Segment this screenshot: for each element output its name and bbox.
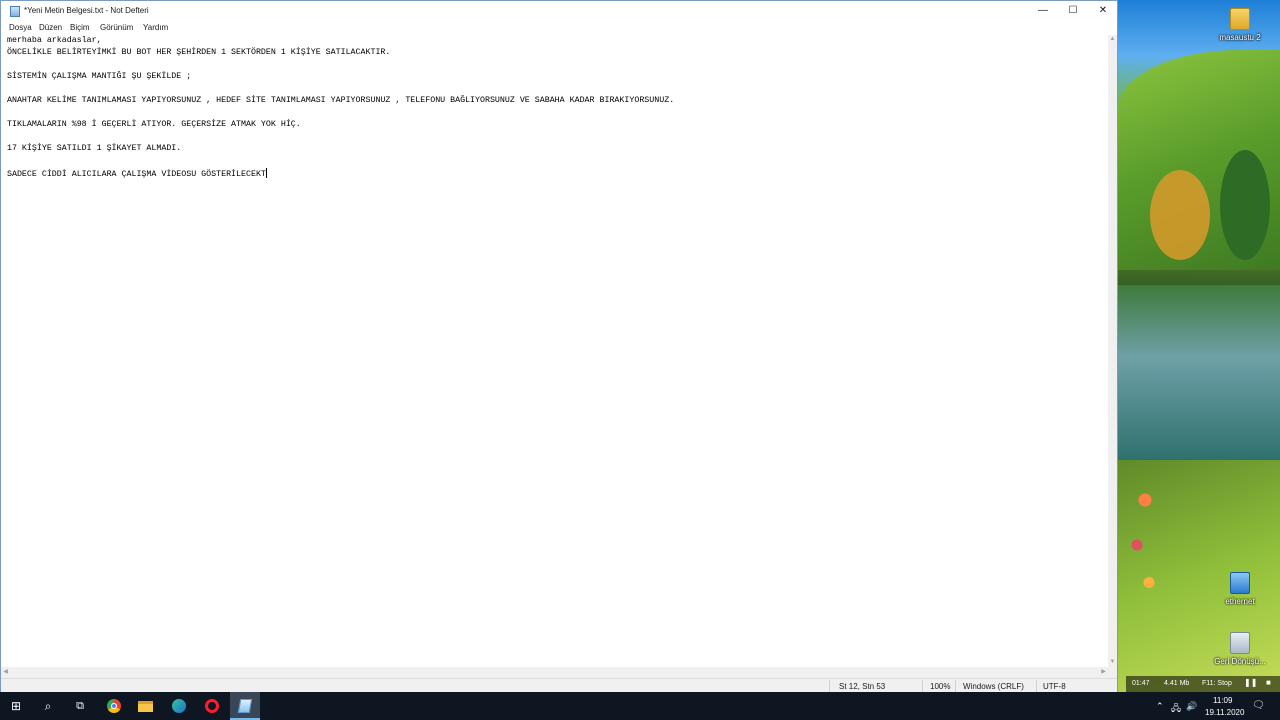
search-icon[interactable]: ⌕ bbox=[38, 696, 58, 716]
window-title: *Yeni Metin Belgesi.txt - Not Defteri bbox=[24, 6, 149, 15]
text-line: merhaba arkadaslar, bbox=[7, 36, 102, 45]
scroll-right-arrow-icon[interactable]: ▶ bbox=[1099, 667, 1108, 678]
status-line-ending: Windows (CRLF) bbox=[963, 682, 1024, 691]
text-line: SADECE CİDDİ ALICILARA ÇALIŞMA VİDEOSU G… bbox=[7, 170, 266, 179]
close-button[interactable]: ✕ bbox=[1088, 1, 1118, 22]
wallpaper-flowers bbox=[1125, 470, 1165, 620]
text-caret bbox=[265, 168, 267, 178]
menu-dosya[interactable]: Dosya bbox=[9, 23, 32, 32]
menu-yardim[interactable]: Yardım bbox=[143, 23, 168, 32]
text-line: SİSTEMİN ÇALIŞMA MANTIĞI ŞU ŞEKİLDE ; bbox=[7, 72, 192, 81]
wallpaper-tree bbox=[1150, 170, 1210, 260]
recycle-bin-icon bbox=[1230, 632, 1250, 654]
horizontal-scrollbar[interactable]: ◀ ▶ bbox=[1, 667, 1108, 678]
status-bar: St 12, Stn 53 100% Windows (CRLF) UTF-8 bbox=[1, 678, 1117, 692]
clock-date[interactable]: 19.11.2020 bbox=[1205, 708, 1244, 717]
windows-start-icon[interactable]: ⊞ bbox=[6, 696, 26, 716]
text-line: TIKLAMALARIN %98 İ GEÇERLİ ATIYOR. GEÇER… bbox=[7, 120, 301, 129]
folder-icon bbox=[1230, 8, 1250, 30]
desktop-icon-ethernet[interactable]: ethernet bbox=[1210, 572, 1270, 606]
desktop-icon-label: Geri Dönüşü... bbox=[1214, 657, 1266, 666]
menu-gorunum[interactable]: Görünüm bbox=[100, 23, 133, 32]
desktop-icon-recycle-bin[interactable]: Geri Dönüşü... bbox=[1210, 632, 1270, 666]
notepad-taskbar-icon[interactable] bbox=[235, 696, 255, 716]
text-line: ANAHTAR KELİME TANIMLAMASI YAPIYORSUNUZ … bbox=[7, 96, 675, 105]
desktop-icon-masaustu2[interactable]: masaustu 2 bbox=[1210, 8, 1270, 42]
file-explorer-icon[interactable] bbox=[136, 696, 156, 716]
recorder-time: 01:47 bbox=[1132, 680, 1150, 687]
menu-duzen[interactable]: Düzen bbox=[39, 23, 62, 32]
notification-center-icon[interactable]: 🗨 bbox=[1252, 700, 1265, 711]
wallpaper-tree bbox=[1220, 150, 1270, 260]
scroll-up-arrow-icon[interactable]: ▲ bbox=[1108, 35, 1117, 44]
task-view-icon[interactable]: ⧉ bbox=[70, 696, 90, 716]
scroll-down-arrow-icon[interactable]: ▼ bbox=[1108, 658, 1117, 667]
maximize-button[interactable]: ☐ bbox=[1058, 1, 1088, 22]
network-icon bbox=[1230, 572, 1250, 594]
menu-bicim[interactable]: Biçim bbox=[70, 23, 90, 32]
status-zoom: 100% bbox=[930, 682, 951, 691]
edge-icon[interactable] bbox=[169, 696, 189, 716]
taskbar bbox=[0, 692, 1280, 720]
status-divider bbox=[829, 680, 830, 692]
notepad-icon bbox=[10, 6, 20, 17]
status-cursor-position: St 12, Stn 53 bbox=[839, 682, 886, 691]
text-editor[interactable]: merhaba arkadaslar, ÖNCELİKLE BELİRTEYİM… bbox=[1, 35, 1108, 667]
stop-icon[interactable]: ■ bbox=[1266, 678, 1271, 687]
recorder-size: 4.41 Mb bbox=[1164, 680, 1190, 687]
desktop-icon-label: ethernet bbox=[1225, 597, 1255, 606]
show-hidden-icons-icon[interactable]: ⌃ bbox=[1156, 701, 1164, 712]
notepad-window: *Yeni Metin Belgesi.txt - Not Defteri — … bbox=[0, 0, 1118, 692]
volume-icon[interactable]: 🔊 bbox=[1186, 701, 1197, 712]
network-tray-icon[interactable]: 🖧 bbox=[1171, 701, 1181, 717]
clock-time[interactable]: 11:09 bbox=[1213, 696, 1232, 705]
text-line-with-caret: SADECE CİDDİ ALICILARA ÇALIŞMA VİDEOSU G… bbox=[7, 168, 267, 179]
opera-icon[interactable] bbox=[202, 696, 222, 716]
status-divider bbox=[922, 680, 923, 692]
chrome-icon[interactable] bbox=[104, 696, 124, 716]
desktop-icon-label: masaustu 2 bbox=[1219, 33, 1261, 42]
vertical-scrollbar[interactable]: ▲ ▼ bbox=[1108, 35, 1117, 667]
status-encoding: UTF-8 bbox=[1043, 682, 1066, 691]
scrollbar-corner bbox=[1108, 667, 1117, 678]
pause-icon[interactable]: ❚❚ bbox=[1244, 678, 1257, 687]
status-divider bbox=[955, 680, 956, 692]
screen-recorder-bar: 01:47 4.41 Mb F11: Stop ❚❚ ■ bbox=[1126, 676, 1280, 692]
wallpaper-lake bbox=[1118, 285, 1280, 465]
recorder-stop-hotkey[interactable]: F11: Stop bbox=[1202, 680, 1232, 687]
status-divider bbox=[1036, 680, 1037, 692]
scroll-left-arrow-icon[interactable]: ◀ bbox=[1, 667, 10, 678]
text-line: ÖNCELİKLE BELİRTEYİMKİ BU BOT HER ŞEHİRD… bbox=[7, 48, 391, 57]
minimize-button[interactable]: — bbox=[1028, 1, 1058, 22]
menu-bar: Dosya Düzen Biçim Görünüm Yardım bbox=[1, 22, 1117, 34]
title-bar[interactable]: *Yeni Metin Belgesi.txt - Not Defteri — … bbox=[1, 1, 1117, 22]
text-line: 17 KİŞİYE SATILDI 1 ŞİKAYET ALMADI. bbox=[7, 144, 182, 153]
